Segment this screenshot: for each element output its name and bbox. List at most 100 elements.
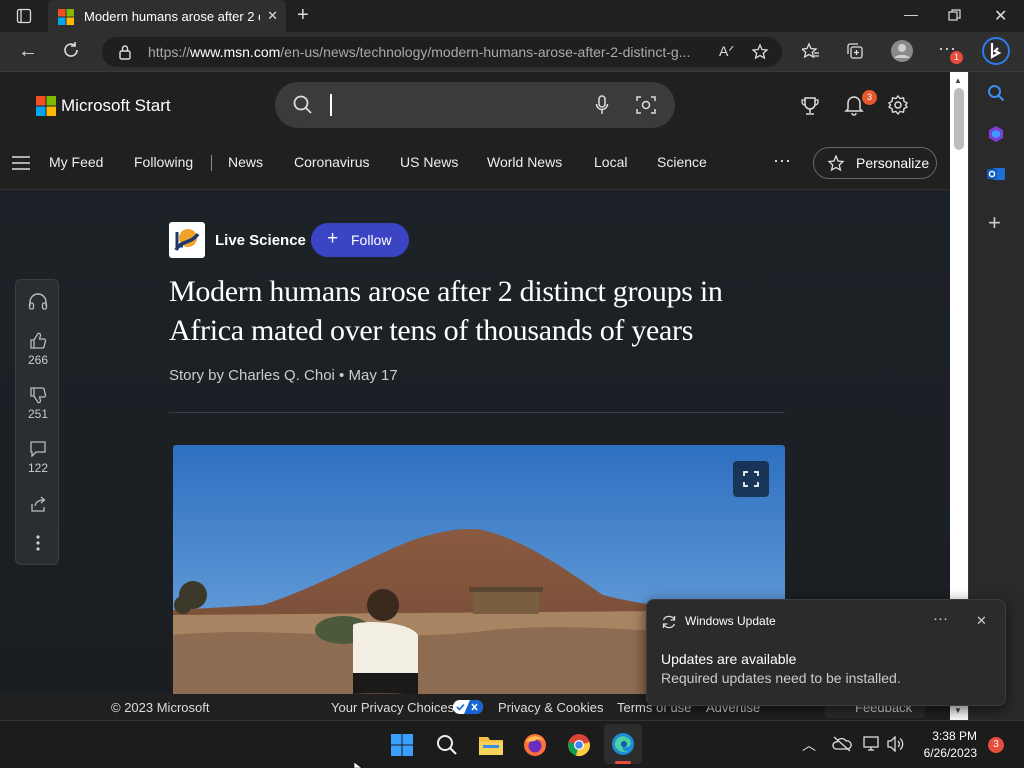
fullscreen-button[interactable]: [733, 461, 769, 497]
nav-news[interactable]: News: [228, 154, 263, 170]
sidebar-search-icon[interactable]: [987, 84, 1005, 102]
favorites-icon[interactable]: [802, 42, 820, 60]
active-app-indicator: [615, 761, 631, 764]
url-text: https://www.msn.com/en-us/news/technolog…: [148, 44, 691, 60]
edge-taskbar-button[interactable]: [604, 724, 642, 764]
tab-title: Modern humans arose after 2 distinct gro…: [84, 9, 260, 24]
article-title: Modern humans arose after 2 distinct gro…: [169, 275, 723, 347]
nav-my-feed[interactable]: My Feed: [49, 154, 103, 170]
nav-science[interactable]: Science: [657, 154, 707, 170]
publisher-logo-icon[interactable]: [169, 222, 205, 258]
visual-search-icon[interactable]: [636, 95, 656, 115]
bing-copilot-icon[interactable]: [982, 36, 1010, 66]
profile-avatar[interactable]: [890, 39, 914, 63]
like-thumbs-up-icon[interactable]: [29, 332, 47, 350]
clock-date[interactable]: 6/26/2023: [914, 746, 977, 760]
edge-icon: [611, 732, 635, 756]
personalize-button[interactable]: Personalize: [813, 147, 937, 179]
sidebar-add-icon[interactable]: +: [988, 210, 1001, 236]
brand-name[interactable]: Microsoft Start: [61, 96, 171, 116]
microsoft-logo-icon[interactable]: [36, 96, 56, 116]
minimize-icon[interactable]: —: [904, 6, 918, 22]
read-aloud-icon[interactable]: Aᐟ: [719, 43, 734, 60]
lock-icon[interactable]: [118, 44, 132, 60]
restore-icon[interactable]: [948, 6, 961, 22]
ms-start-header: Microsoft Start 3: [0, 72, 950, 138]
share-icon[interactable]: [29, 495, 47, 513]
clock-time[interactable]: 3:38 PM: [921, 729, 977, 743]
refresh-icon[interactable]: [62, 41, 80, 59]
listen-headphones-icon[interactable]: [28, 293, 48, 311]
sidebar-copilot-icon[interactable]: [987, 125, 1005, 143]
notification-count-badge: 3: [862, 90, 877, 105]
microphone-icon[interactable]: [595, 95, 609, 115]
copyright-text: © 2023 Microsoft: [111, 700, 210, 715]
comments-icon[interactable]: [29, 440, 47, 458]
chrome-icon[interactable]: [567, 733, 591, 757]
mouse-cursor-icon: [354, 762, 362, 768]
nav-us-news[interactable]: US News: [400, 154, 458, 170]
volume-icon[interactable]: [887, 736, 905, 752]
toast-close-icon[interactable]: ✕: [976, 613, 987, 629]
dislike-count: 251: [27, 407, 49, 421]
notifications-bell-icon[interactable]: [844, 94, 864, 116]
article-byline: Story by Charles Q. Choi • May 17: [169, 367, 398, 384]
rewards-trophy-icon[interactable]: [801, 96, 819, 116]
toast-heading: Updates are available: [661, 651, 797, 667]
taskbar-search-icon[interactable]: [436, 734, 458, 756]
update-sync-icon: [661, 614, 677, 630]
nav-local[interactable]: Local: [594, 154, 627, 170]
privacy-choices-link[interactable]: Your Privacy Choices: [331, 700, 454, 715]
windows-taskbar: ︿ 3:38 PM 6/26/2023 3: [0, 720, 1024, 768]
privacy-choices-toggle-icon[interactable]: [453, 700, 483, 714]
onedrive-offline-icon[interactable]: [832, 736, 852, 752]
like-count: 266: [27, 353, 49, 367]
start-windows-icon[interactable]: [391, 734, 413, 756]
scroll-down-icon[interactable]: ▼: [954, 706, 962, 715]
settings-gear-icon[interactable]: [888, 95, 908, 115]
tab-actions-icon[interactable]: [16, 8, 32, 24]
sidebar-outlook-icon[interactable]: [987, 165, 1005, 183]
follow-plus-icon: +: [327, 228, 339, 249]
dislike-thumbs-down-icon[interactable]: [29, 386, 47, 404]
new-tab-button[interactable]: +: [297, 4, 309, 27]
hamburger-menu-icon[interactable]: [12, 156, 30, 170]
nav-more-icon[interactable]: ···: [773, 150, 791, 171]
close-window-icon[interactable]: ✕: [994, 6, 1007, 26]
notification-center-badge[interactable]: 3: [988, 737, 1004, 753]
toast-more-icon[interactable]: ···: [933, 610, 948, 627]
file-explorer-icon[interactable]: [479, 734, 503, 756]
network-icon[interactable]: [863, 736, 881, 752]
add-favorite-icon[interactable]: [752, 43, 770, 61]
address-toolbar: ← https://www.msn.com/en-us/news/technol…: [0, 32, 1024, 72]
windows-update-toast[interactable]: Windows Update ··· ✕ Updates are availab…: [646, 599, 1006, 706]
more-options-icon[interactable]: [36, 535, 40, 551]
comment-count: 122: [27, 461, 49, 475]
privacy-cookies-link[interactable]: Privacy & Cookies: [498, 700, 603, 715]
url-field[interactable]: https://www.msn.com/en-us/news/technolog…: [102, 37, 782, 67]
notification-badge: 1: [950, 51, 963, 64]
personalize-label: Personalize: [856, 155, 930, 171]
scroll-up-icon[interactable]: ▲: [954, 76, 962, 85]
publisher-name[interactable]: Live Science: [215, 232, 306, 249]
nav-world-news[interactable]: World News: [487, 154, 562, 170]
nav-following[interactable]: Following: [134, 154, 193, 170]
toast-body: Required updates need to be installed.: [661, 670, 901, 686]
follow-button[interactable]: + Follow: [311, 223, 409, 257]
tab-close-icon[interactable]: ✕: [267, 8, 278, 24]
text-cursor: [330, 94, 332, 116]
msn-favicon-icon: [58, 9, 74, 25]
category-nav: My Feed Following News Coronavirus US Ne…: [0, 138, 950, 190]
back-icon[interactable]: ←: [18, 40, 38, 63]
search-icon: [293, 95, 313, 115]
header-divider: [169, 412, 785, 413]
collections-icon[interactable]: [846, 42, 864, 60]
nav-coronavirus[interactable]: Coronavirus: [294, 154, 369, 170]
tab-bar: Modern humans arose after 2 distinct gro…: [0, 0, 1024, 32]
browser-tab[interactable]: Modern humans arose after 2 distinct gro…: [48, 0, 286, 32]
scroll-thumb[interactable]: [954, 88, 964, 150]
personalize-star-icon: [827, 155, 845, 173]
search-input[interactable]: [275, 82, 675, 128]
firefox-icon[interactable]: [523, 733, 547, 757]
show-hidden-icons-icon[interactable]: ︿: [802, 735, 816, 755]
